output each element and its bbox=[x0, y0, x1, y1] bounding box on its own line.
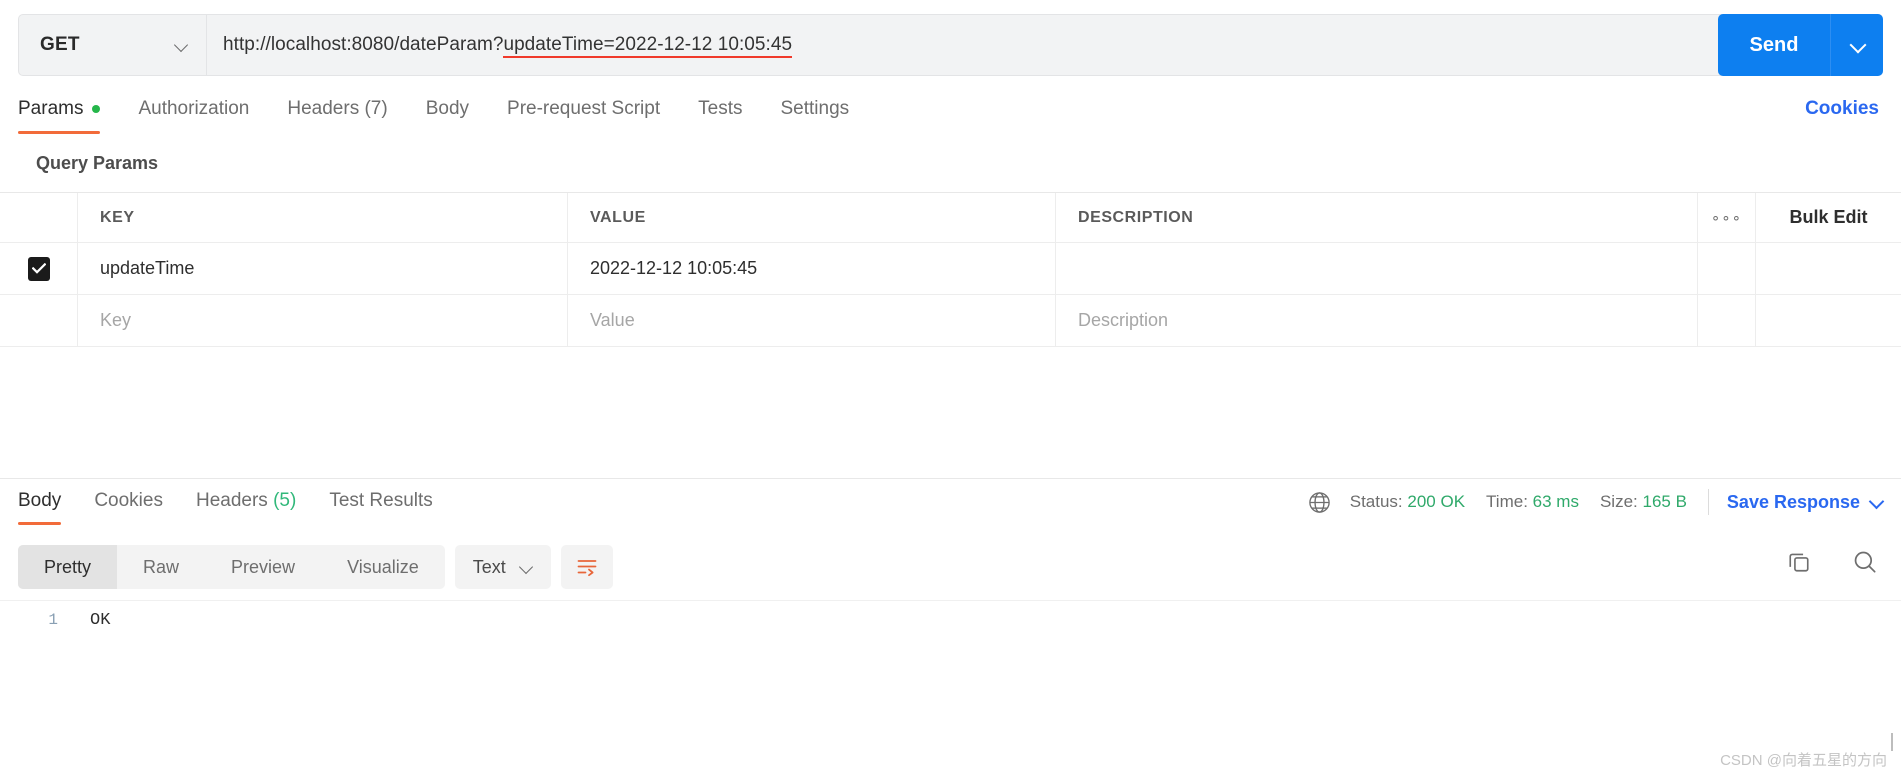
tab-params-label: Params bbox=[18, 98, 84, 119]
code-line: 1 OK bbox=[0, 601, 1901, 631]
table-row-empty: Key Value Description bbox=[0, 295, 1901, 347]
table-row: updateTime 2022-12-12 10:05:45 bbox=[0, 243, 1901, 295]
chevron-down-icon bbox=[175, 39, 188, 52]
response-tab-headers[interactable]: Headers (5) bbox=[196, 486, 296, 525]
search-icon[interactable] bbox=[1851, 548, 1879, 576]
url-base-text: http://localhost:8080/dateParam? bbox=[223, 34, 504, 55]
divider bbox=[1707, 489, 1709, 515]
response-body-viewer[interactable]: 1 OK bbox=[0, 600, 1901, 779]
query-params-table: KEY VALUE DESCRIPTION ∘∘∘ Bulk Edit upda… bbox=[0, 192, 1901, 347]
line-number: 1 bbox=[48, 611, 58, 629]
request-tabs: Params Authorization Headers (7) Body Pr… bbox=[18, 94, 1883, 138]
size-value: 165 B bbox=[1642, 492, 1687, 511]
chevron-down-icon bbox=[1871, 496, 1883, 508]
cookies-link[interactable]: Cookies bbox=[1805, 98, 1879, 120]
tab-settings-label: Settings bbox=[780, 98, 850, 119]
url-bar: GET http://localhost:8080/dateParam?upda… bbox=[18, 14, 1883, 76]
response-view-toolbar: Pretty Raw Preview Visualize Text bbox=[18, 545, 613, 589]
new-value-input[interactable]: Value bbox=[590, 310, 635, 331]
modified-dot-icon bbox=[92, 105, 101, 113]
bulk-edit-button[interactable]: Bulk Edit bbox=[1789, 207, 1867, 228]
status-value: 200 OK bbox=[1407, 492, 1466, 511]
time-value: 63 ms bbox=[1532, 492, 1579, 511]
size-badge: Size: 165 B bbox=[1600, 492, 1687, 512]
tab-body-label: Body bbox=[425, 98, 470, 119]
save-response-label: Save Response bbox=[1726, 491, 1860, 512]
view-mode-preview[interactable]: Preview bbox=[205, 545, 321, 589]
response-tab-headers-label: Headers bbox=[195, 490, 268, 511]
header-cell-description: DESCRIPTION bbox=[1078, 208, 1194, 226]
view-mode-pretty[interactable]: Pretty bbox=[18, 545, 118, 589]
row-value-value[interactable]: 2022-12-12 10:05:45 bbox=[590, 258, 757, 279]
send-button[interactable]: Send bbox=[1718, 14, 1830, 76]
view-mode-raw[interactable]: Raw bbox=[117, 545, 205, 589]
tab-authorization-label: Authorization bbox=[138, 98, 250, 119]
size-label: Size: bbox=[1599, 492, 1638, 511]
url-query-text: updateTime=2022-12-12 10:05:45 bbox=[503, 34, 793, 58]
text-cursor bbox=[1891, 733, 1893, 751]
response-tab-body[interactable]: Body bbox=[18, 486, 62, 525]
view-mode-segmented-control: Pretty Raw Preview Visualize bbox=[18, 545, 445, 589]
send-button-group: Send bbox=[1718, 14, 1883, 76]
time-badge: Time: 63 ms bbox=[1486, 492, 1579, 512]
tab-body[interactable]: Body bbox=[426, 94, 469, 134]
row-checkbox[interactable] bbox=[27, 256, 50, 281]
header-cell-value: VALUE bbox=[590, 208, 646, 226]
http-method-select[interactable]: GET bbox=[18, 14, 206, 76]
response-format-select[interactable]: Text bbox=[454, 545, 551, 589]
response-tab-cookies[interactable]: Cookies bbox=[94, 486, 163, 525]
status-label: Status: bbox=[1349, 492, 1403, 511]
time-label: Time: bbox=[1486, 492, 1528, 511]
send-options-button[interactable] bbox=[1830, 14, 1883, 76]
response-format-label: Text bbox=[472, 556, 506, 577]
header-cell-check bbox=[0, 193, 78, 242]
params-empty-area bbox=[0, 348, 1901, 479]
watermark: CSDN @向着五星的方向 bbox=[1720, 752, 1887, 769]
chevron-down-icon bbox=[1851, 39, 1864, 52]
view-mode-visualize[interactable]: Visualize bbox=[321, 545, 445, 589]
response-headers-count: (5) bbox=[273, 490, 297, 511]
tab-headers-label: Headers (7) bbox=[287, 98, 388, 119]
table-header-row: KEY VALUE DESCRIPTION ∘∘∘ Bulk Edit bbox=[0, 193, 1901, 243]
chevron-down-icon bbox=[520, 561, 533, 574]
postman-request-response-pane: GET http://localhost:8080/dateParam?upda… bbox=[0, 0, 1901, 779]
response-tabs: Body Cookies Headers (5) Test Results bbox=[18, 486, 466, 525]
copy-icon[interactable] bbox=[1785, 548, 1813, 576]
tab-pre-request-script[interactable]: Pre-request Script bbox=[507, 94, 660, 134]
new-description-input[interactable]: Description bbox=[1078, 310, 1168, 331]
tab-tests[interactable]: Tests bbox=[698, 94, 742, 134]
http-method-label: GET bbox=[40, 34, 80, 55]
save-response-button[interactable]: Save Response bbox=[1727, 492, 1883, 513]
response-status-bar: Status: 200 OK Time: 63 ms Size: 165 B S… bbox=[1307, 489, 1883, 515]
header-cell-key: KEY bbox=[100, 208, 135, 226]
response-actions bbox=[1785, 548, 1879, 576]
status-badge: Status: 200 OK bbox=[1350, 492, 1465, 512]
tab-settings[interactable]: Settings bbox=[781, 94, 850, 134]
tab-headers[interactable]: Headers (7) bbox=[287, 94, 387, 134]
response-tab-cookies-label: Cookies bbox=[94, 490, 163, 511]
url-input[interactable]: http://localhost:8080/dateParam?updateTi… bbox=[206, 14, 1883, 76]
response-tab-test-results-label: Test Results bbox=[329, 490, 433, 511]
row-key-value[interactable]: updateTime bbox=[100, 258, 194, 279]
line-content: OK bbox=[90, 610, 111, 630]
wrap-lines-button[interactable] bbox=[560, 545, 613, 589]
response-tab-test-results[interactable]: Test Results bbox=[329, 486, 432, 525]
query-params-title: Query Params bbox=[36, 153, 159, 173]
more-options-icon[interactable]: ∘∘∘ bbox=[1711, 209, 1742, 227]
tab-params[interactable]: Params bbox=[18, 94, 101, 134]
url-text: http://localhost:8080/dateParam?updateTi… bbox=[223, 34, 793, 58]
tab-pre-request-script-label: Pre-request Script bbox=[507, 98, 661, 119]
new-key-input[interactable]: Key bbox=[100, 310, 131, 331]
response-tab-body-label: Body bbox=[18, 490, 62, 511]
globe-icon bbox=[1307, 490, 1332, 515]
tab-authorization[interactable]: Authorization bbox=[138, 94, 249, 134]
tab-tests-label: Tests bbox=[698, 98, 743, 119]
